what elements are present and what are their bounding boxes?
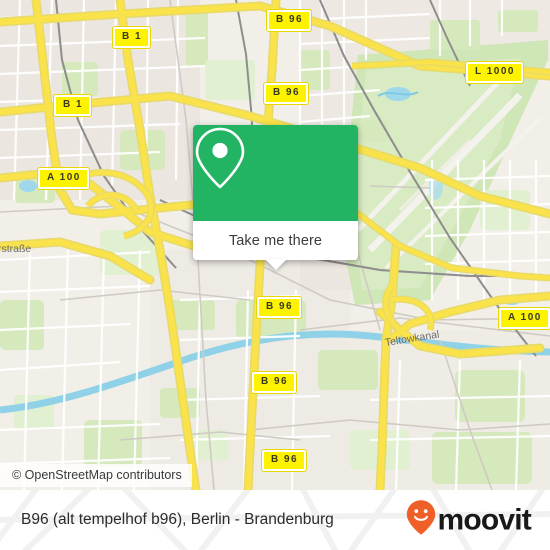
- map-canvas[interactable]: B 1 B 96 B 96 L 1000 B 1 A 100 B 96 A 10…: [0, 0, 550, 490]
- card-icon-area: [193, 125, 358, 221]
- footer-bar: B96 (alt tempelhof b96), Berlin - Brande…: [0, 490, 550, 550]
- road-shield: B 1: [54, 95, 92, 116]
- page-title: B96 (alt tempelhof b96), Berlin - Brande…: [21, 511, 334, 528]
- map-place-label: rstraße: [0, 243, 32, 255]
- road-shield: B 96: [257, 297, 302, 318]
- road-shield: B 96: [267, 10, 312, 31]
- take-me-there-label: Take me there: [228, 232, 323, 249]
- road-shield: B 96: [262, 450, 307, 471]
- road-shield: B 1: [113, 27, 151, 48]
- moovit-smiley-pin-icon: [406, 500, 436, 541]
- moovit-wordmark: moovit: [437, 503, 531, 536]
- road-shield: L 1000: [466, 62, 523, 83]
- road-shield: A 100: [38, 168, 89, 189]
- road-shield: A 100: [499, 308, 550, 329]
- road-shield: B 96: [252, 372, 297, 393]
- take-me-there-button[interactable]: Take me there: [193, 221, 358, 260]
- moovit-location-page: B 1 B 96 B 96 L 1000 B 1 A 100 B 96 A 10…: [0, 0, 550, 550]
- moovit-logo[interactable]: moovit: [406, 500, 532, 541]
- map-attribution[interactable]: © OpenStreetMap contributors: [0, 464, 192, 487]
- card-pointer-arrow: [264, 259, 287, 270]
- location-popup-card[interactable]: Take me there: [193, 125, 358, 270]
- road-shield: B 96: [264, 83, 309, 104]
